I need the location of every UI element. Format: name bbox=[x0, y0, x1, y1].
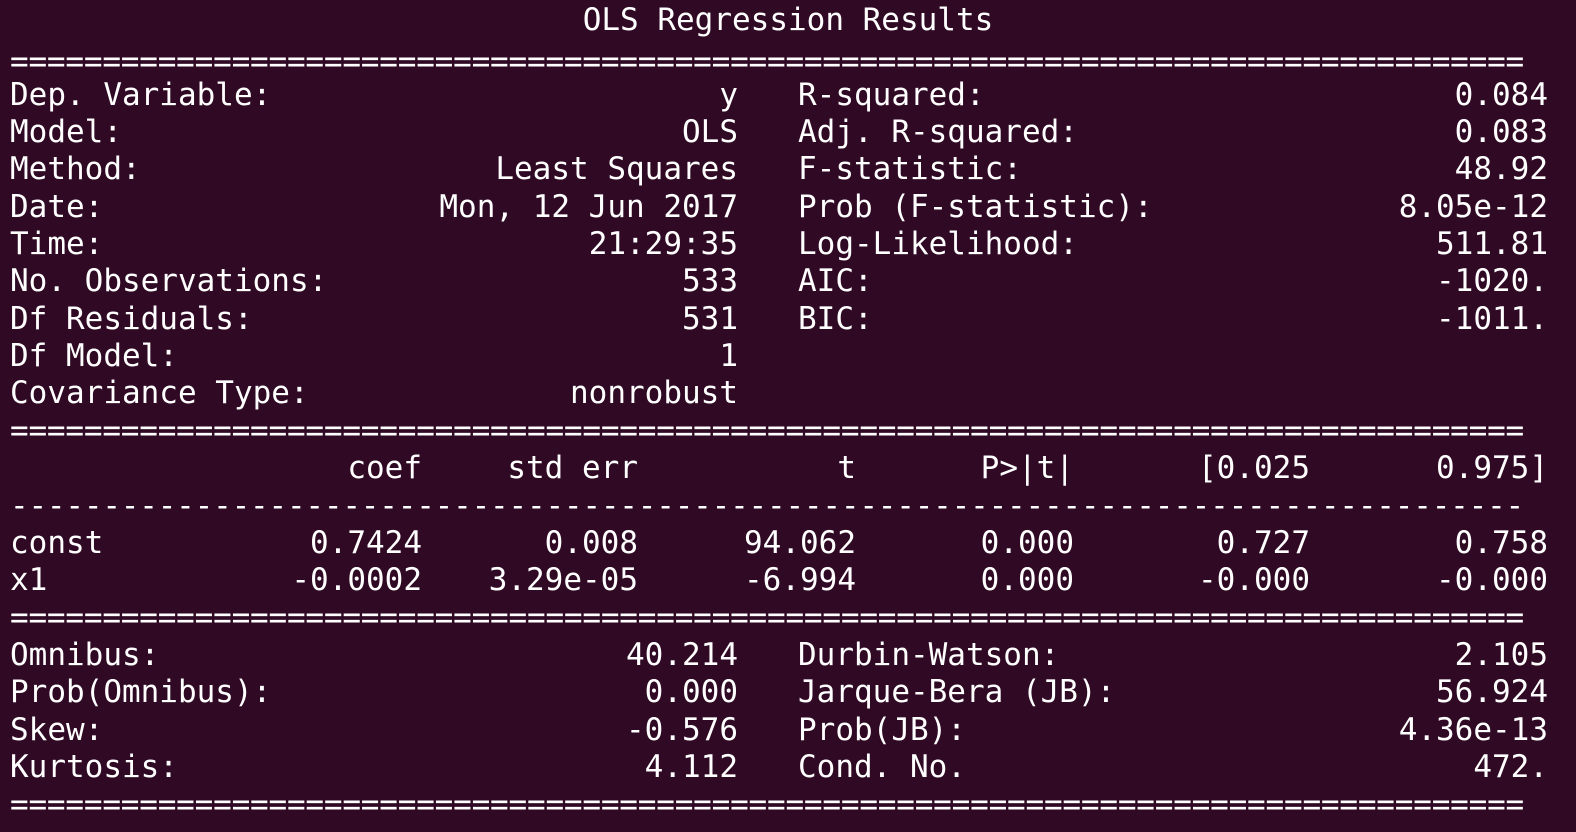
diag-stat-value: 472. bbox=[1473, 749, 1548, 785]
diag-stat-label: Cond. No. bbox=[798, 749, 966, 785]
stat-value: -1020. bbox=[1436, 263, 1548, 299]
coef-header: t bbox=[837, 450, 856, 486]
stat-value: 0.084 bbox=[1454, 77, 1548, 113]
info-label: No. Observations: bbox=[10, 263, 328, 299]
diag-value: 0.000 bbox=[644, 674, 738, 710]
info-label: Time: bbox=[10, 226, 104, 262]
table-cell: 0.000 bbox=[980, 525, 1074, 561]
stat-value: 0.083 bbox=[1454, 114, 1548, 150]
info-value: 533 bbox=[682, 263, 738, 299]
table-cell: 0.7424 bbox=[310, 525, 422, 561]
diag-label: Prob(Omnibus): bbox=[10, 674, 272, 710]
table-cell: 0.008 bbox=[544, 525, 638, 561]
table-cell: 0.000 bbox=[980, 562, 1074, 598]
stat-value: 48.92 bbox=[1454, 151, 1548, 187]
coef-header: P>|t| bbox=[980, 450, 1074, 486]
double-rule: ========================================… bbox=[10, 44, 1525, 80]
coef-header: [0.025 bbox=[1198, 450, 1310, 486]
stat-label: Adj. R-squared: bbox=[798, 114, 1078, 150]
table-cell: 3.29e-05 bbox=[488, 562, 638, 598]
diag-stat-label: Durbin-Watson: bbox=[798, 637, 1060, 673]
diag-value: 40.214 bbox=[626, 637, 738, 673]
double-rule: ========================================… bbox=[10, 413, 1525, 449]
stat-label: R-squared: bbox=[798, 77, 985, 113]
diag-stat-value: 56.924 bbox=[1436, 674, 1548, 710]
info-value: 531 bbox=[682, 301, 738, 337]
diag-stat-value: 4.36e-13 bbox=[1398, 712, 1548, 748]
diag-label: Omnibus: bbox=[10, 637, 160, 673]
info-label: Covariance Type: bbox=[10, 375, 309, 411]
stat-value: 8.05e-12 bbox=[1398, 189, 1548, 225]
info-label: Date: bbox=[10, 189, 104, 225]
coef-header: coef bbox=[347, 450, 422, 486]
stat-label: Prob (F-statistic): bbox=[798, 189, 1153, 225]
stat-label: F-statistic: bbox=[798, 151, 1022, 187]
diag-value: -0.576 bbox=[626, 712, 738, 748]
info-label: Method: bbox=[10, 151, 141, 187]
stat-label: BIC: bbox=[798, 301, 873, 337]
info-label: Df Model: bbox=[10, 338, 178, 374]
row-name: x1 bbox=[10, 562, 48, 598]
coef-header: std err bbox=[507, 450, 638, 486]
stat-label: Log-Likelihood: bbox=[798, 226, 1078, 262]
info-label: Model: bbox=[10, 114, 122, 150]
diag-stat-value: 2.105 bbox=[1454, 637, 1548, 673]
table-cell: 0.758 bbox=[1454, 525, 1548, 561]
double-rule: ========================================… bbox=[10, 600, 1525, 636]
diag-stat-label: Prob(JB): bbox=[798, 712, 966, 748]
table-cell: -6.994 bbox=[744, 562, 856, 598]
table-cell: -0.000 bbox=[1198, 562, 1310, 598]
terminal-window[interactable]: OLS Regression Results =================… bbox=[0, 0, 1576, 832]
info-value: nonrobust bbox=[570, 375, 738, 411]
table-cell: -0.0002 bbox=[291, 562, 422, 598]
info-value: OLS bbox=[682, 114, 738, 150]
info-value: 1 bbox=[719, 338, 738, 374]
double-rule: ========================================… bbox=[10, 787, 1525, 823]
info-value: y bbox=[719, 77, 738, 113]
diag-label: Skew: bbox=[10, 712, 104, 748]
coef-header: 0.975] bbox=[1436, 450, 1548, 486]
info-value: 21:29:35 bbox=[588, 226, 738, 262]
diag-label: Kurtosis: bbox=[10, 749, 178, 785]
stat-value: 511.81 bbox=[1436, 226, 1548, 262]
info-value: Least Squares bbox=[495, 151, 738, 187]
diag-stat-label: Jarque-Bera (JB): bbox=[798, 674, 1116, 710]
diag-value: 4.112 bbox=[644, 749, 738, 785]
table-cell: -0.000 bbox=[1436, 562, 1548, 598]
stat-value: -1011. bbox=[1436, 301, 1548, 337]
info-label: Dep. Variable: bbox=[10, 77, 272, 113]
info-label: Df Residuals: bbox=[10, 301, 253, 337]
single-rule: ----------------------------------------… bbox=[10, 488, 1525, 524]
row-name: const bbox=[10, 525, 104, 561]
table-cell: 94.062 bbox=[744, 525, 856, 561]
info-value: Mon, 12 Jun 2017 bbox=[439, 189, 738, 225]
stat-label: AIC: bbox=[798, 263, 873, 299]
table-cell: 0.727 bbox=[1216, 525, 1310, 561]
regression-title: OLS Regression Results bbox=[582, 2, 994, 38]
